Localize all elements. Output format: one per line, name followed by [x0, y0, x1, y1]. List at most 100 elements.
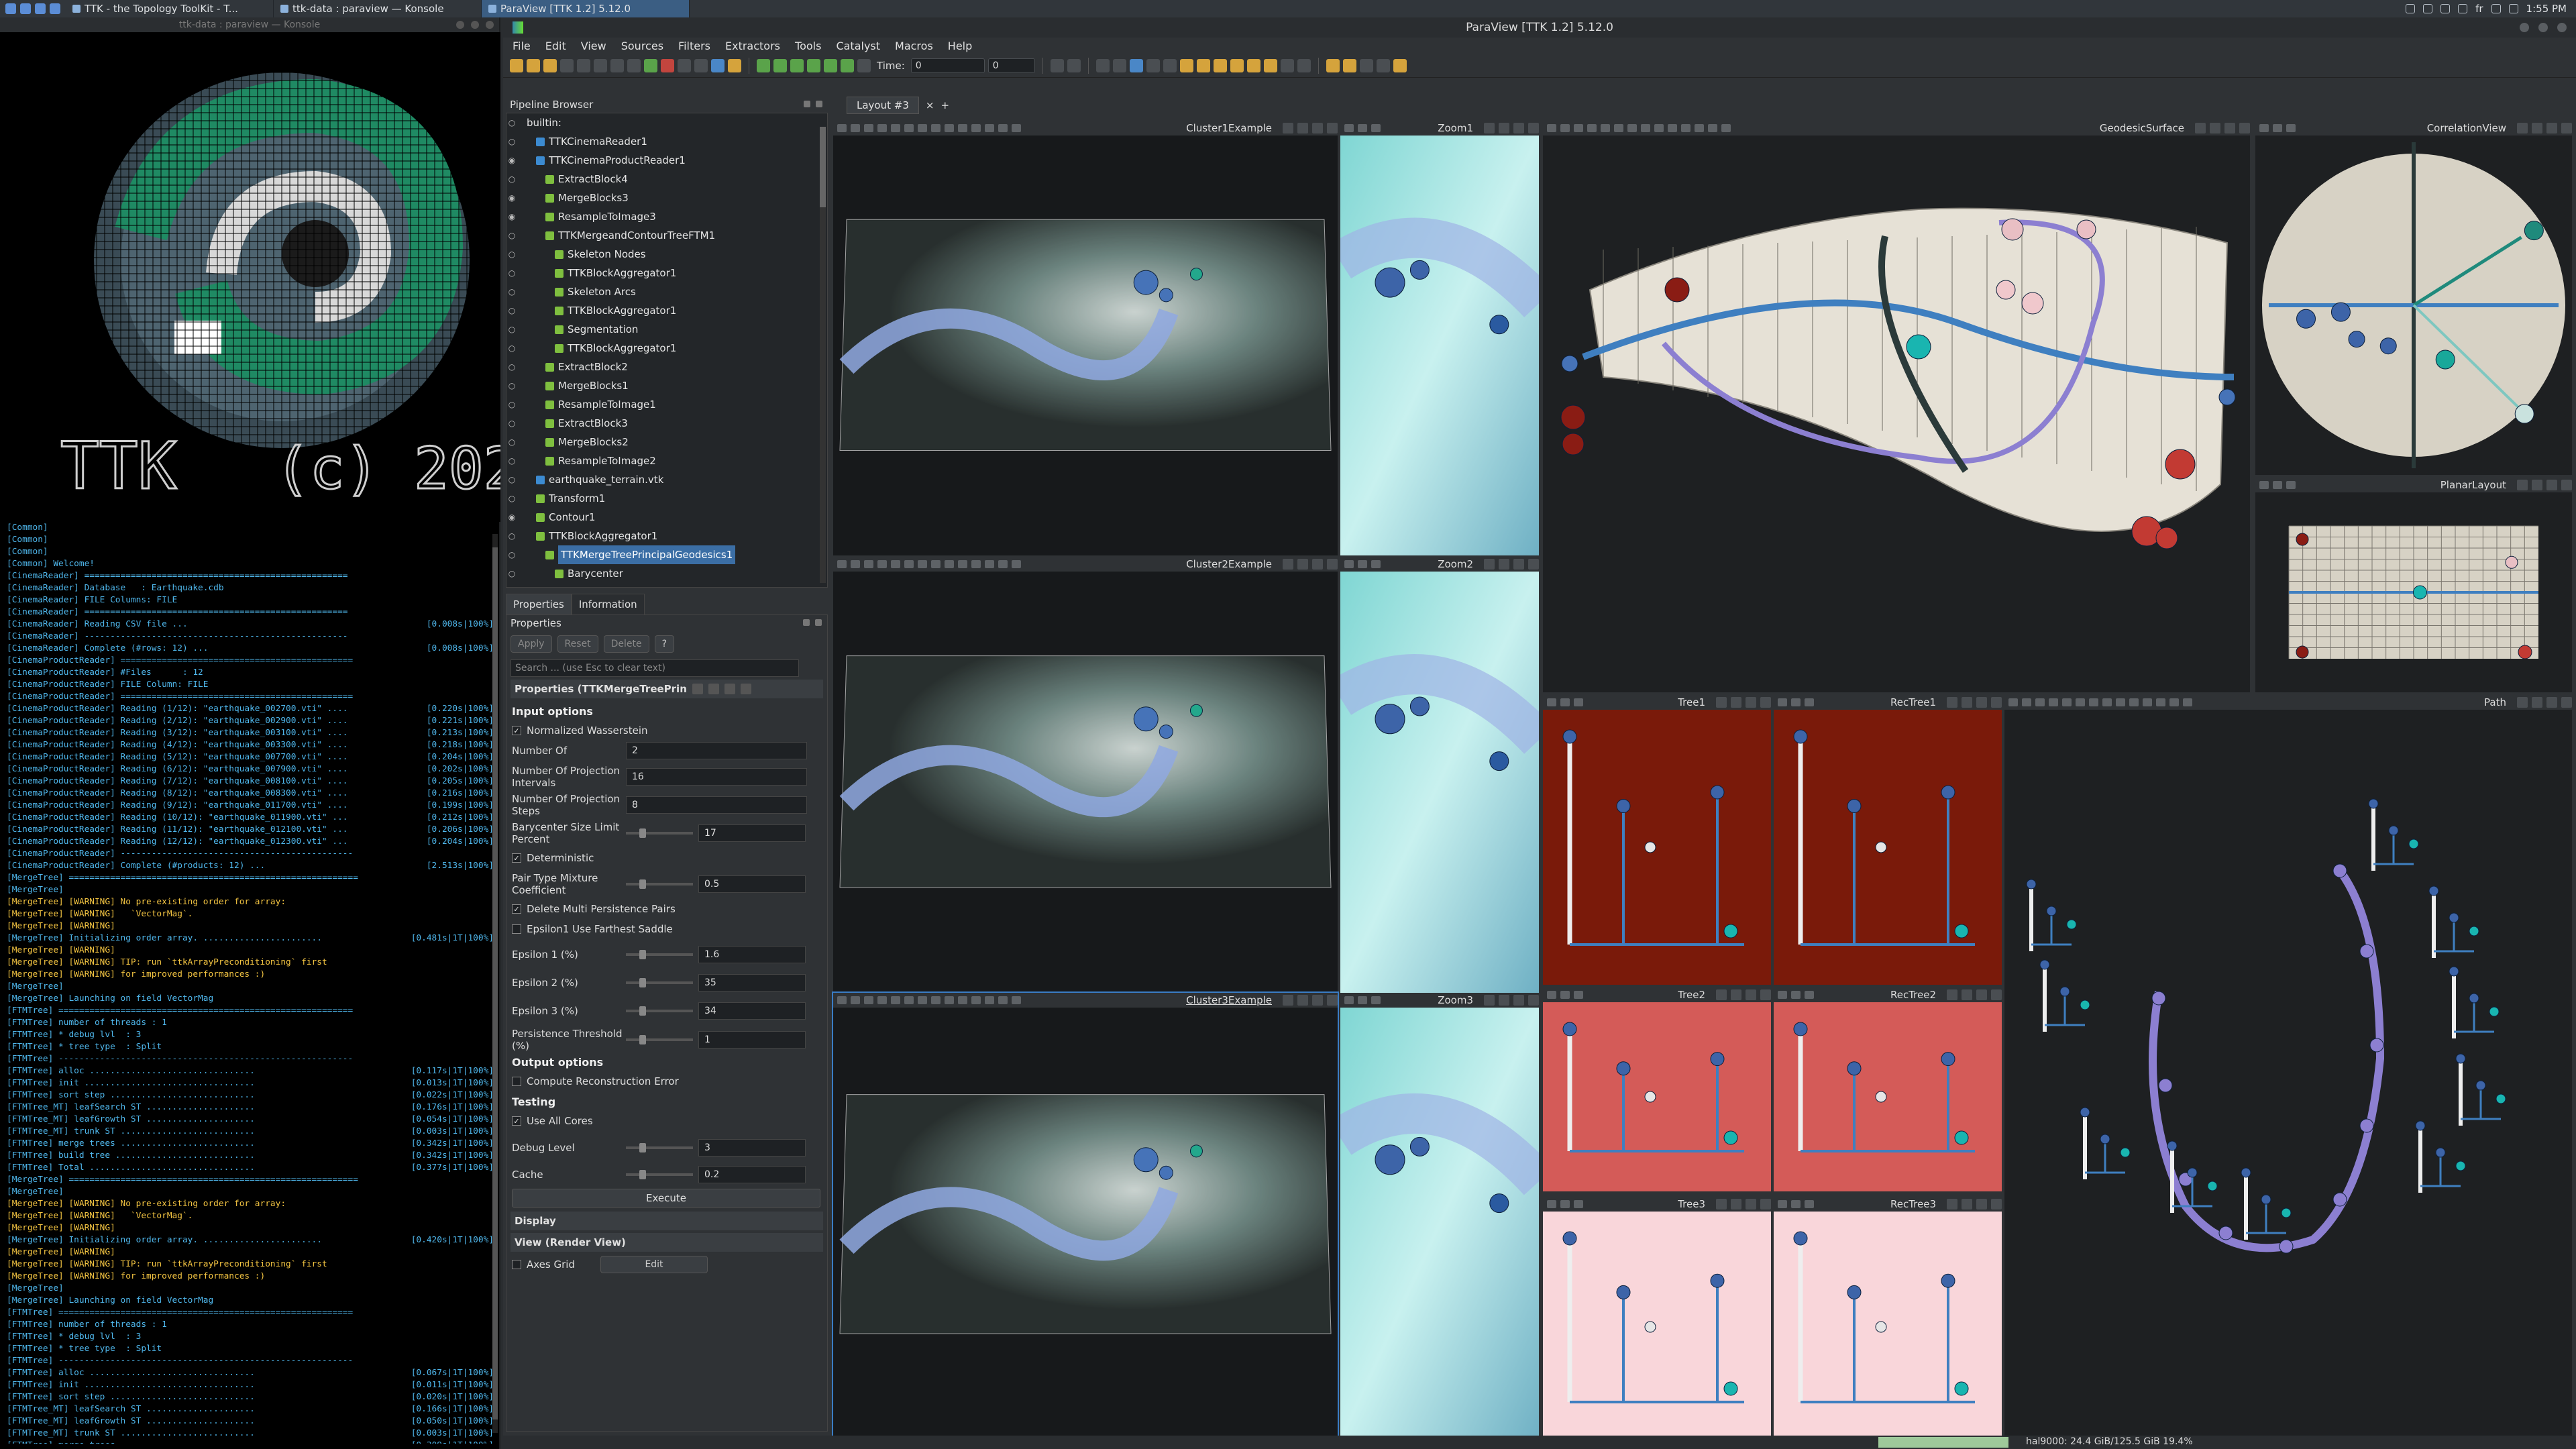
split-horizontal-icon[interactable]: [1484, 559, 1495, 570]
reverse-play-icon[interactable]: [790, 58, 804, 72]
launcher-icons[interactable]: [0, 3, 66, 14]
view-minus-x-icon[interactable]: [1196, 58, 1210, 72]
view-tool-icon[interactable]: [1371, 996, 1381, 1004]
split-horizontal-icon[interactable]: [1484, 995, 1495, 1006]
split-horizontal-icon[interactable]: [2195, 123, 2206, 133]
view-tool-icon[interactable]: [851, 124, 860, 132]
view-tool-icon[interactable]: [1778, 698, 1787, 706]
network-icon[interactable]: [2406, 4, 2416, 13]
split-vertical-icon[interactable]: [1499, 995, 1509, 1006]
pipeline-item[interactable]: ○ builtin:: [506, 113, 827, 132]
pipeline-item[interactable]: ○ TTKCinemaReader1: [506, 132, 827, 151]
maximize-icon[interactable]: [1312, 559, 1323, 570]
view-tool-icon[interactable]: [2035, 698, 2045, 706]
view-tool-icon[interactable]: [1344, 560, 1354, 568]
debug-level-input[interactable]: 3: [698, 1139, 806, 1157]
view-tool-icon[interactable]: [864, 124, 873, 132]
maximize-icon[interactable]: [2546, 123, 2557, 133]
pair-mixture-input[interactable]: 0.5: [698, 875, 806, 893]
close-icon[interactable]: [2561, 123, 2572, 133]
eye-hidden-icon[interactable]: ○: [506, 301, 517, 320]
delete-multi-pairs-checkbox[interactable]: ✓: [512, 904, 521, 914]
maximize-icon[interactable]: [2546, 697, 2557, 708]
view-tool-icon[interactable]: [998, 996, 1008, 1004]
view-tool-icon[interactable]: [2143, 698, 2152, 706]
view-tool-icon[interactable]: [851, 996, 860, 1004]
maximize-icon[interactable]: [1976, 1199, 1987, 1210]
view-tool-icon[interactable]: [971, 996, 981, 1004]
pipeline-item[interactable]: ○ Skeleton Nodes: [506, 245, 827, 264]
epsilon3-slider[interactable]: [626, 1006, 693, 1016]
render-canvas[interactable]: [1543, 1212, 1771, 1442]
split-vertical-icon[interactable]: [2532, 480, 2542, 490]
pipeline-item[interactable]: ○ Segmentation: [506, 320, 827, 339]
loop-icon[interactable]: [857, 58, 871, 72]
view-tool-icon[interactable]: [945, 124, 954, 132]
view-tool-icon[interactable]: [1695, 124, 1704, 132]
eye-hidden-icon[interactable]: ○: [506, 489, 517, 508]
view-tool-icon[interactable]: [1805, 1200, 1814, 1208]
redo-icon[interactable]: [678, 58, 691, 72]
menu-item-catalyst[interactable]: Catalyst: [836, 40, 880, 52]
browser-icon[interactable]: [50, 3, 60, 14]
epsilon1-input[interactable]: 1.6: [698, 946, 806, 963]
float-icon[interactable]: [804, 101, 810, 107]
tab-properties[interactable]: Properties: [506, 594, 572, 614]
split-horizontal-icon[interactable]: [1283, 559, 1293, 570]
save-icon[interactable]: [527, 58, 540, 72]
view-tool-icon[interactable]: [2102, 698, 2112, 706]
menu-item-file[interactable]: File: [513, 40, 531, 52]
maximize-icon[interactable]: [1746, 1199, 1756, 1210]
epsilon1-farthest-checkbox[interactable]: [512, 924, 521, 934]
view-tool-icon[interactable]: [1358, 124, 1367, 132]
view-tool-icon[interactable]: [1574, 991, 1583, 999]
task-ttk-browser[interactable]: TTK - the Topology ToolKit - T...: [66, 0, 274, 17]
split-vertical-icon[interactable]: [1297, 559, 1308, 570]
view-tool-icon[interactable]: [2286, 124, 2296, 132]
eye-visible-icon[interactable]: ◉: [506, 508, 517, 527]
pipeline-scrollbar[interactable]: [820, 127, 826, 583]
view-tool-icon[interactable]: [2169, 698, 2179, 706]
view-tool-icon[interactable]: [1547, 1200, 1556, 1208]
render-canvas[interactable]: [833, 572, 1338, 993]
view-tool-icon[interactable]: [2259, 481, 2269, 489]
view-tool-icon[interactable]: [1344, 124, 1354, 132]
persistence-threshold-slider[interactable]: [626, 1035, 693, 1044]
render-canvas[interactable]: [2255, 136, 2572, 475]
eye-hidden-icon[interactable]: ○: [506, 358, 517, 376]
eye-hidden-icon[interactable]: ○: [506, 113, 517, 132]
close-icon[interactable]: [1327, 559, 1338, 570]
view-tool-icon[interactable]: [2089, 698, 2098, 706]
fit-icon[interactable]: [1112, 58, 1126, 72]
close-icon[interactable]: [816, 101, 822, 107]
split-vertical-icon[interactable]: [1962, 989, 1972, 1000]
view-tool-icon[interactable]: [851, 560, 860, 568]
split-horizontal-icon[interactable]: [1283, 123, 1293, 133]
konsole-scrollbar[interactable]: [492, 534, 498, 1433]
render-canvas[interactable]: [833, 1008, 1338, 1442]
view-tool-icon[interactable]: [1791, 1200, 1801, 1208]
view-tool-icon[interactable]: [864, 560, 873, 568]
axes-grid-checkbox[interactable]: [512, 1260, 521, 1269]
split-vertical-icon[interactable]: [2210, 123, 2220, 133]
view-tool-icon[interactable]: [1574, 124, 1583, 132]
pipeline-item[interactable]: ○ TTKBlockAggregator1: [506, 339, 827, 358]
eye-hidden-icon[interactable]: ○: [506, 282, 517, 301]
paraview-titlebar[interactable]: ParaView [TTK 1.2] 5.12.0: [503, 17, 2576, 38]
render-canvas[interactable]: [1774, 1002, 2002, 1191]
pipeline-browser[interactable]: ○ builtin: ○ TTKCinemaReader1 ◉ TTKCinemaProd…: [506, 113, 828, 588]
copy-icon[interactable]: [692, 684, 703, 694]
close-icon[interactable]: [1327, 995, 1338, 1006]
maximize-icon[interactable]: [1746, 989, 1756, 1000]
split-vertical-icon[interactable]: [1499, 559, 1509, 570]
save-state-icon[interactable]: [594, 58, 607, 72]
view-tool-icon[interactable]: [1627, 124, 1637, 132]
view-tool-icon[interactable]: [1012, 996, 1021, 1004]
keyboard-layout[interactable]: fr: [2475, 3, 2483, 15]
time-index-input[interactable]: 0: [987, 58, 1035, 73]
view-tool-icon[interactable]: [2049, 698, 2058, 706]
compute-reconstruction-checkbox[interactable]: [512, 1077, 521, 1086]
maximize-icon[interactable]: [1513, 123, 1524, 133]
clipboard-icon[interactable]: [2423, 4, 2433, 13]
screenshot-icon[interactable]: [627, 58, 641, 72]
